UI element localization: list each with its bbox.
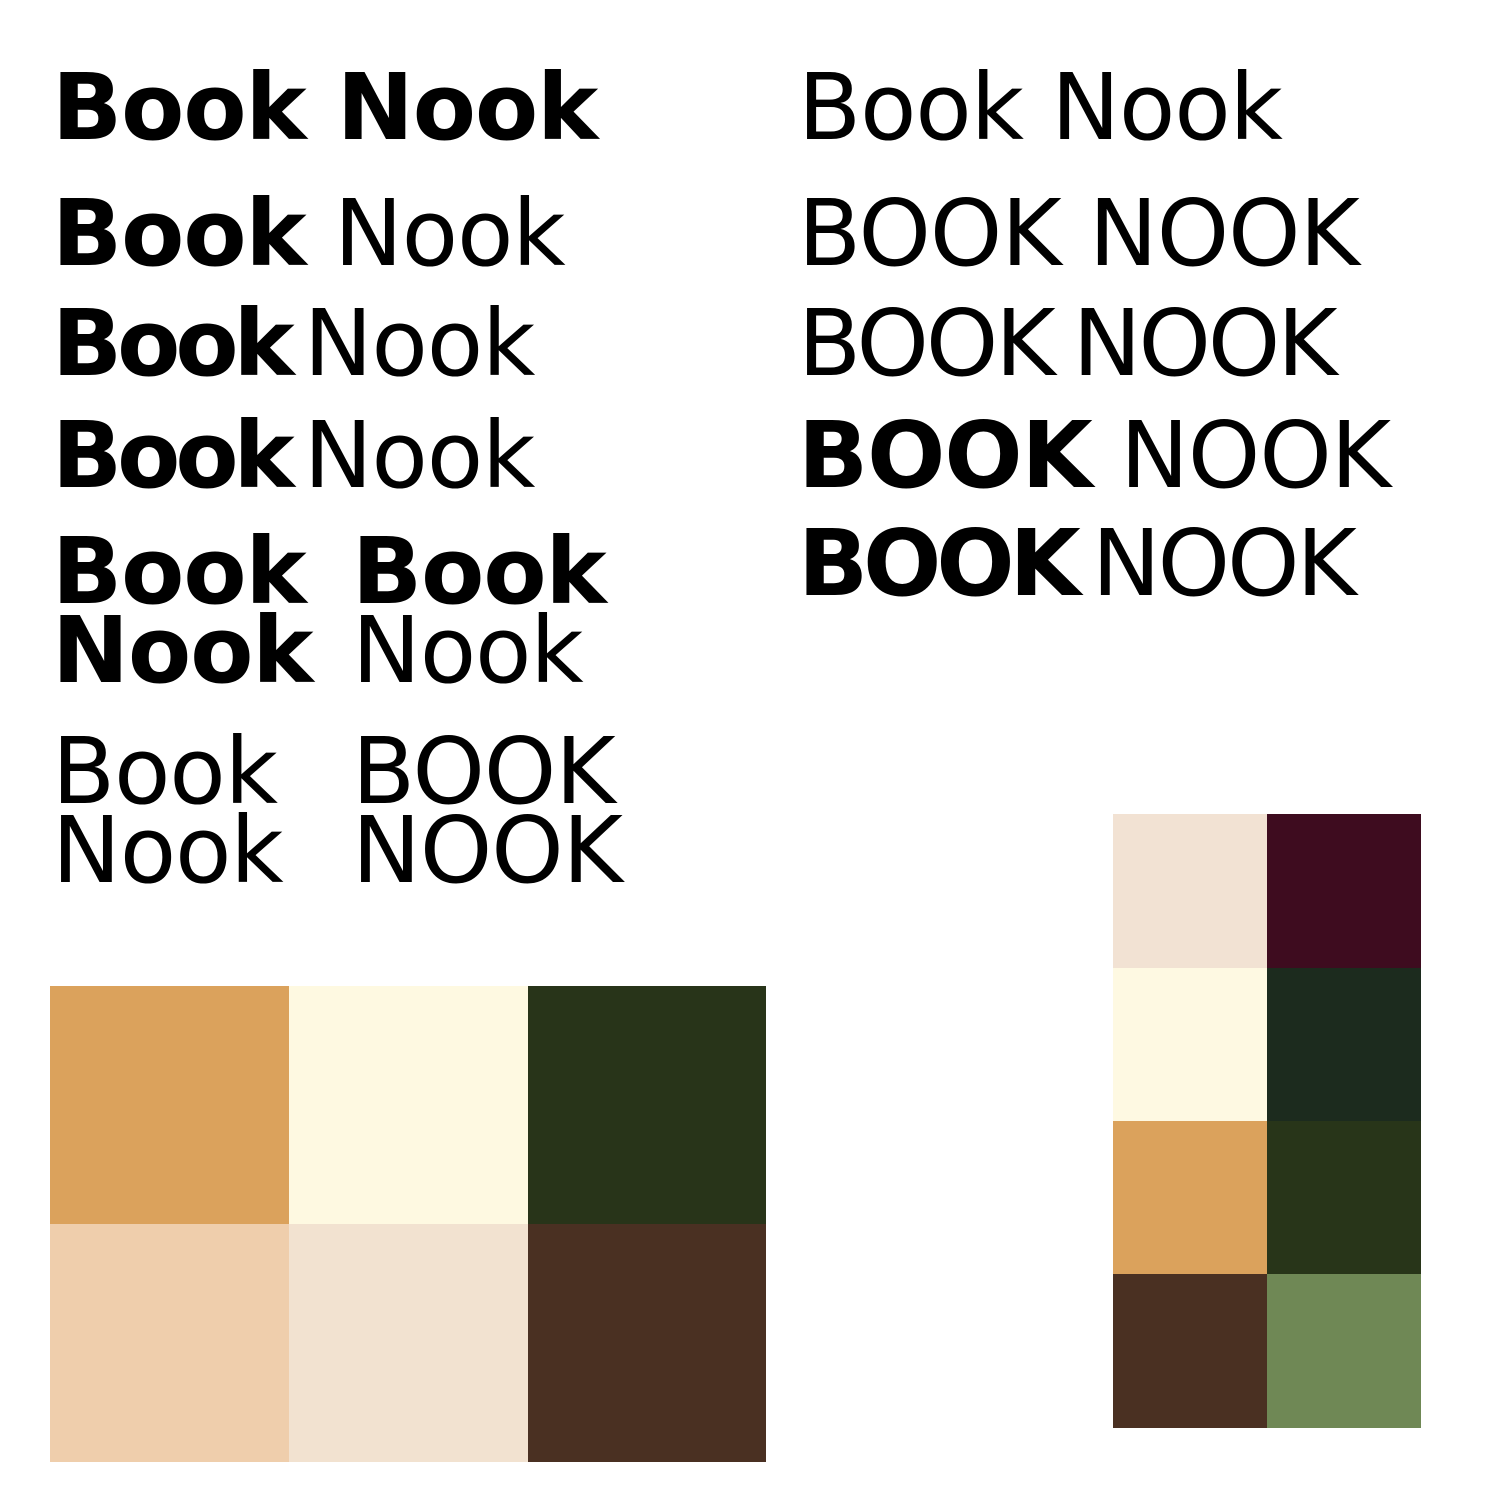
wordmark-word-book: BOOK: [798, 290, 1056, 397]
swatch: [1267, 968, 1421, 1121]
swatch: [1113, 1274, 1267, 1428]
swatch: [528, 986, 766, 1224]
stacked-line-nook: Nook: [52, 597, 314, 705]
wordmark-caps-regular-tight: BOOK NOOK: [798, 298, 1338, 390]
wordmark-regular: Book Nook: [798, 62, 1283, 154]
stacked-line-nook: Nook: [52, 797, 284, 905]
wordmark-word-nook: Nook: [303, 402, 536, 509]
wordmark-word-nook: Nook: [1051, 54, 1283, 161]
swatch: [1113, 1121, 1267, 1274]
swatch: [1267, 814, 1421, 968]
wordmark-word-book: Book: [52, 54, 307, 161]
wordmark-word-book: BOOK: [798, 402, 1093, 509]
swatch: [1113, 814, 1267, 968]
wordmark-word-nook: NOOK: [1072, 290, 1338, 397]
wordmark-word-nook: NOOK: [1091, 510, 1357, 617]
stacked-line-nook: NOOK: [352, 797, 623, 905]
primary-color-palette: [50, 986, 766, 1462]
wordmark-word-book: Book: [52, 290, 295, 397]
swatch: [289, 1224, 528, 1462]
stacked-wordmark-caps: BOOK NOOK: [352, 725, 623, 905]
stacked-line-nook: Nook: [352, 597, 584, 705]
swatch: [1267, 1121, 1421, 1274]
wordmark-bold-bold: Book Nook: [52, 62, 598, 154]
secondary-color-palette: [1113, 814, 1421, 1428]
stacked-wordmark-bold: Book Nook: [52, 525, 314, 705]
stacked-wordmark-bold-regular: Book Nook: [352, 525, 607, 705]
wordmark-word-nook: NOOK: [1120, 402, 1391, 509]
wordmark-word-book: Book: [52, 402, 295, 509]
swatch: [1113, 968, 1267, 1121]
swatch: [1267, 1274, 1421, 1428]
swatch: [50, 986, 289, 1224]
stacked-wordmark-regular: Book Nook: [52, 725, 284, 905]
wordmark-word-nook: Nook: [336, 54, 599, 161]
wordmark-word-book: Book: [52, 180, 307, 287]
wordmark-word-nook: Nook: [333, 180, 566, 287]
wordmark-caps-regular: BOOK NOOK: [798, 188, 1360, 280]
wordmark-bold-regular: Book Nook: [52, 188, 566, 280]
wordmark-caps-bold-regular-tight: BOOK NOOK: [798, 518, 1357, 610]
wordmark-word-book: BOOK: [798, 180, 1062, 287]
swatch: [50, 1224, 289, 1462]
wordmark-caps-bold-regular: BOOK NOOK: [798, 410, 1391, 502]
wordmark-word-nook: NOOK: [1088, 180, 1360, 287]
wordmark-word-book: Book: [798, 54, 1024, 161]
wordmark-bold-regular-tight: Book Nook: [52, 298, 535, 390]
swatch: [528, 1224, 766, 1462]
wordmark-bold-regular-tight-alt: Book Nook: [52, 410, 535, 502]
wordmark-word-book: BOOK: [798, 510, 1081, 617]
swatch: [289, 986, 528, 1224]
wordmark-word-nook: Nook: [303, 290, 536, 397]
